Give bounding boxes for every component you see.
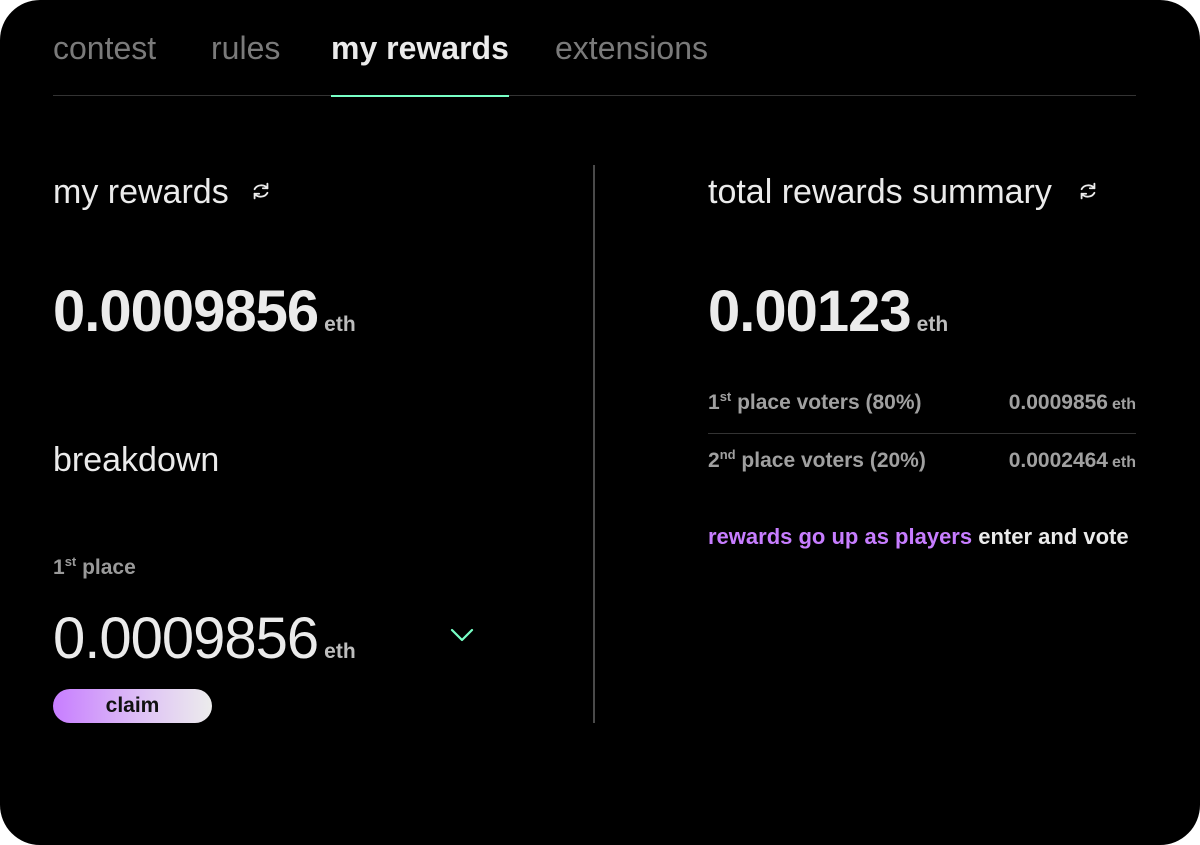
rewards-note-highlight: rewards go up as players — [708, 524, 973, 549]
tab-contest[interactable]: contest — [53, 28, 156, 96]
first-place-label: 1st place — [53, 554, 136, 580]
place-word: place — [82, 556, 136, 579]
rewards-note: rewards go up as players enter and vote — [708, 524, 1129, 550]
summary-row-value: 0.0002464 eth — [1009, 449, 1136, 473]
row-place-ordinal: nd — [719, 447, 736, 462]
row-divider — [708, 433, 1136, 434]
refresh-icon[interactable] — [250, 180, 272, 202]
tab-my-rewards[interactable]: my rewards — [331, 28, 509, 97]
place-ordinal: st — [64, 554, 77, 569]
summary-row-label: 2nd place voters (20%) — [708, 447, 926, 473]
total-rewards-amount: 0.00123 eth — [708, 278, 948, 345]
row-place-ordinal: st — [719, 389, 732, 404]
summary-row: 2nd place voters (20%) 0.0002464 eth — [708, 447, 1136, 507]
total-rewards-value: 0.00123 — [708, 279, 912, 344]
row-place-number: 1 — [708, 391, 720, 414]
row-place-text: place voters (20%) — [741, 449, 926, 472]
row-place-text: place voters (80%) — [737, 391, 922, 414]
rewards-panel: contest rules my rewards extensions my r… — [0, 0, 1200, 845]
row-place-number: 2 — [708, 449, 720, 472]
tab-rules[interactable]: rules — [211, 28, 280, 96]
summary-row: 1st place voters (80%) 0.0009856 eth — [708, 389, 1136, 449]
my-rewards-unit: eth — [324, 313, 356, 336]
row-amount: 0.0009856 — [1008, 391, 1108, 414]
breakdown-title: breakdown — [53, 441, 220, 479]
summary-row-value: 0.0009856 eth — [1009, 391, 1136, 415]
my-rewards-amount: 0.0009856 eth — [53, 278, 356, 345]
my-rewards-title: my rewards — [53, 173, 229, 211]
summary-row-label: 1st place voters (80%) — [708, 389, 922, 415]
total-rewards-title: total rewards summary — [708, 173, 1052, 211]
row-amount: 0.0002464 — [1008, 449, 1108, 472]
rewards-note-text: enter and vote — [978, 524, 1129, 549]
row-unit: eth — [1112, 396, 1136, 413]
total-rewards-unit: eth — [916, 313, 949, 336]
place-number: 1 — [53, 556, 65, 579]
column-divider — [593, 165, 595, 723]
first-place-value: 0.0009856 — [53, 606, 319, 671]
first-place-unit: eth — [324, 640, 356, 663]
claim-button[interactable]: claim — [53, 689, 212, 723]
tab-extensions[interactable]: extensions — [555, 28, 708, 96]
tab-bar: contest rules my rewards extensions — [53, 28, 1136, 97]
refresh-icon[interactable] — [1077, 180, 1099, 202]
first-place-amount: 0.0009856 eth — [53, 605, 356, 672]
row-unit: eth — [1112, 454, 1136, 471]
my-rewards-value: 0.0009856 — [53, 279, 319, 344]
chevron-down-icon[interactable] — [449, 626, 475, 644]
